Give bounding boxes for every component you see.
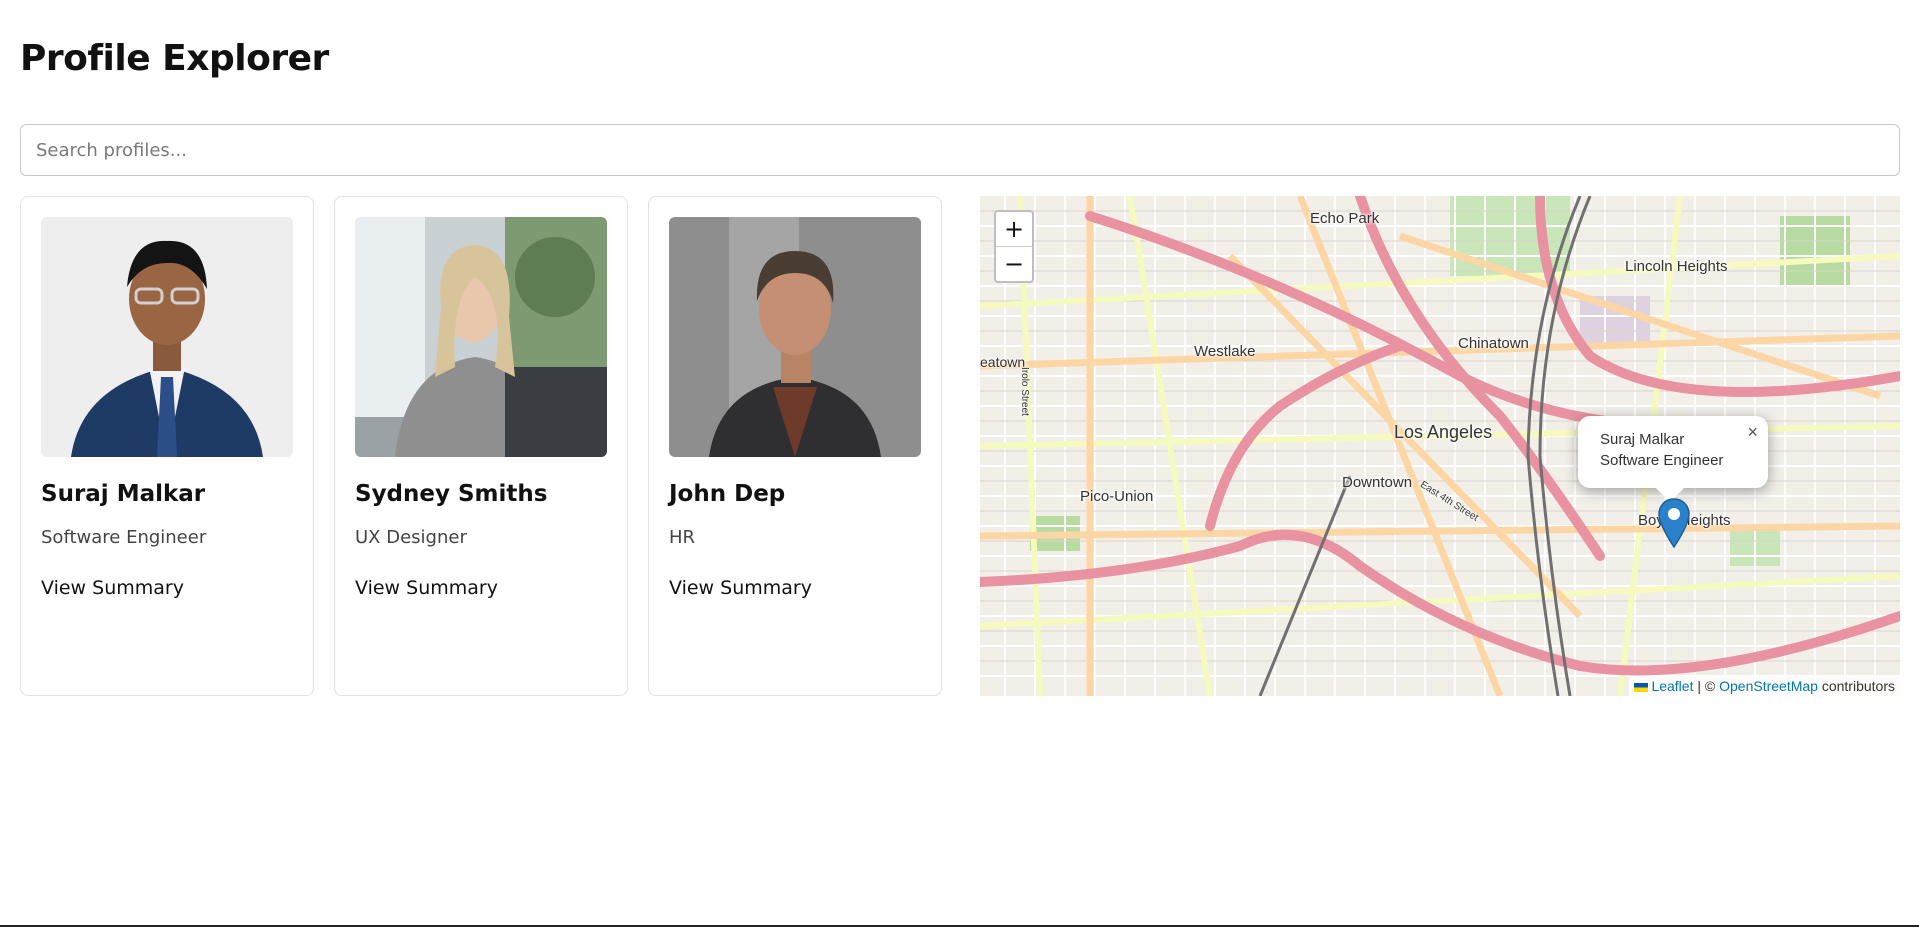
attribution-suffix: contributors	[1817, 678, 1895, 694]
profile-name: John Dep	[669, 481, 786, 507]
profile-photo	[41, 217, 293, 457]
view-summary-link[interactable]: View Summary	[41, 577, 184, 599]
profile-photo	[669, 217, 921, 457]
search-input[interactable]	[20, 124, 1900, 176]
ukraine-flag-icon	[1634, 677, 1649, 692]
popup-close-icon[interactable]: ×	[1747, 422, 1758, 443]
profile-card: Sydney Smiths UX Designer View Summary	[334, 196, 628, 696]
map-street-label: Irolo Street	[1018, 367, 1030, 416]
popup-role: Software Engineer	[1600, 452, 1724, 469]
profile-photo-image	[669, 217, 921, 457]
openstreetmap-link[interactable]: OpenStreetMap	[1719, 678, 1818, 694]
zoom-out-button[interactable]: −	[996, 246, 1032, 281]
profile-card: Suraj Malkar Software Engineer View Summ…	[20, 196, 314, 696]
zoom-in-button[interactable]: +	[996, 212, 1032, 246]
profile-photo-image	[355, 217, 607, 457]
profile-role: UX Designer	[355, 527, 467, 548]
profile-name: Suraj Malkar	[41, 481, 206, 507]
map-marker-icon[interactable]	[1658, 498, 1690, 552]
page-title: Profile Explorer	[20, 38, 329, 79]
profile-card: John Dep HR View Summary	[648, 196, 942, 696]
map-place-label: Westlake	[1194, 343, 1256, 360]
map-attribution: Leaflet | © OpenStreetMap contributors	[1629, 676, 1900, 696]
map-place-label: Lincoln Heights	[1625, 258, 1728, 275]
map-place-label: Echo Park	[1310, 210, 1380, 227]
popup-name: Suraj Malkar	[1600, 431, 1685, 448]
profile-role: Software Engineer	[41, 527, 207, 548]
map-popup: Suraj Malkar Software Engineer ×	[1578, 416, 1768, 503]
profile-role: HR	[669, 527, 696, 548]
leaflet-link[interactable]: Leaflet	[1651, 678, 1693, 694]
view-summary-link[interactable]: View Summary	[355, 577, 498, 599]
attribution-separator: | ©	[1693, 678, 1720, 694]
zoom-control: + −	[994, 210, 1034, 283]
map-place-label: Chinatown	[1458, 335, 1529, 352]
map-place-label: Pico-Union	[1080, 488, 1154, 505]
map-place-label: Downtown	[1342, 474, 1413, 491]
map-place-label: Los Angeles	[1394, 422, 1493, 442]
profile-name: Sydney Smiths	[355, 481, 548, 507]
view-summary-link[interactable]: View Summary	[669, 577, 812, 599]
profile-photo	[355, 217, 607, 457]
profile-photo-image	[41, 217, 293, 457]
map-view[interactable]: Echo Park Lincoln Heights Chinatown West…	[980, 196, 1900, 696]
